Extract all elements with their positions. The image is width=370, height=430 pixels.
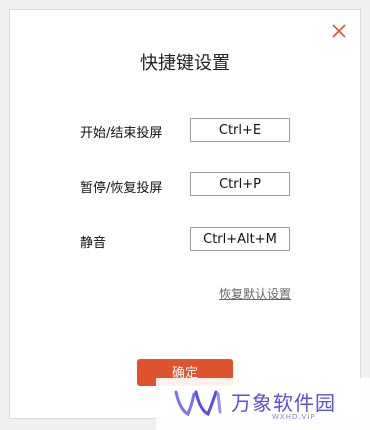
watermark-brand-text: 万象软件园 bbox=[231, 391, 336, 415]
hotkey-input-start-stop[interactable] bbox=[190, 118, 290, 142]
watermark-url-text: WXHD.VIP bbox=[272, 413, 316, 421]
hotkey-input-pause-resume[interactable] bbox=[190, 172, 290, 196]
dialog-title: 快捷键设置 bbox=[140, 53, 230, 74]
restore-defaults-link[interactable]: 恢复默认设置 bbox=[219, 285, 291, 302]
hotkey-label-start-stop: 开始/结束投屏 bbox=[80, 126, 163, 141]
brand-logo-icon bbox=[174, 390, 222, 417]
close-icon bbox=[332, 24, 346, 38]
hotkey-input-mute[interactable] bbox=[190, 227, 290, 251]
hotkey-label-mute: 静音 bbox=[80, 236, 107, 251]
close-button[interactable] bbox=[330, 22, 348, 40]
hotkey-label-pause-resume: 暂停/恢复投屏 bbox=[80, 181, 163, 196]
